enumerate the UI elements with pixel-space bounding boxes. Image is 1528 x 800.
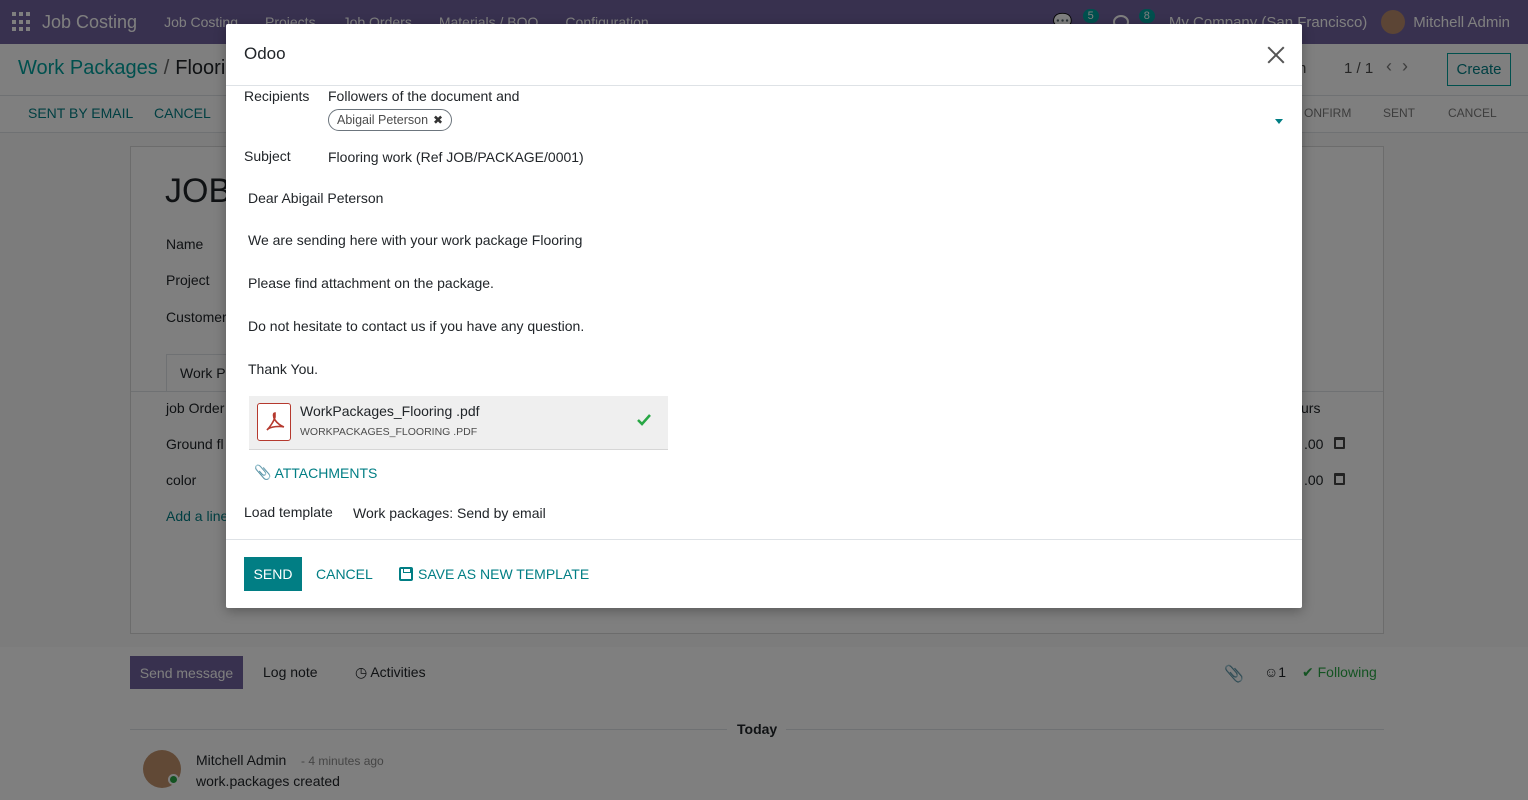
- compose-email-dialog: Odoo Recipients Followers of the documen…: [226, 24, 1302, 608]
- subject-input[interactable]: Flooring work (Ref JOB/PACKAGE/0001): [328, 149, 584, 165]
- cancel-button[interactable]: CANCEL: [316, 566, 373, 582]
- body-line: Thank You.: [248, 361, 319, 377]
- attachment-extension: WORKPACKAGES_FLOORING .PDF: [300, 426, 478, 438]
- check-icon: [637, 414, 651, 426]
- load-template-label: Load template: [244, 504, 333, 520]
- paperclip-icon: 📎: [254, 464, 272, 480]
- load-template-select[interactable]: Work packages: Send by email: [353, 505, 546, 521]
- attachments-button[interactable]: 📎 ATTACHMENTS: [254, 464, 377, 481]
- recipients-text: Followers of the document and: [328, 88, 520, 104]
- floppy-disk-icon: [399, 567, 413, 581]
- close-icon[interactable]: [1267, 46, 1285, 64]
- remove-tag-icon[interactable]: ✖: [433, 110, 443, 130]
- send-button[interactable]: SEND: [244, 557, 302, 591]
- body-line: Please find attachment on the package.: [248, 275, 494, 291]
- attachment-card[interactable]: WorkPackages_Flooring .pdf WORKPACKAGES_…: [249, 396, 668, 450]
- pdf-file-icon: [257, 403, 291, 441]
- save-template-label: SAVE AS NEW TEMPLATE: [418, 566, 590, 582]
- body-line: Do not hesitate to contact us if you hav…: [248, 318, 585, 334]
- modal-header: Odoo: [226, 24, 1302, 86]
- attachment-name: WorkPackages_Flooring .pdf: [300, 403, 480, 419]
- recipient-tag-label: Abigail Peterson: [337, 113, 429, 127]
- recipients-dropdown-icon[interactable]: [1275, 119, 1283, 124]
- attachments-label: ATTACHMENTS: [274, 464, 378, 481]
- body-line: Dear Abigail Peterson: [248, 190, 384, 206]
- save-as-new-template-button[interactable]: SAVE AS NEW TEMPLATE: [399, 566, 589, 582]
- subject-label: Subject: [244, 148, 291, 164]
- modal-footer: SEND CANCEL SAVE AS NEW TEMPLATE: [226, 539, 1302, 608]
- modal-title: Odoo: [244, 44, 286, 63]
- recipient-tag[interactable]: Abigail Peterson ✖: [328, 109, 453, 131]
- body-line: We are sending here with your work packa…: [248, 232, 583, 248]
- recipients-label: Recipients: [244, 88, 310, 104]
